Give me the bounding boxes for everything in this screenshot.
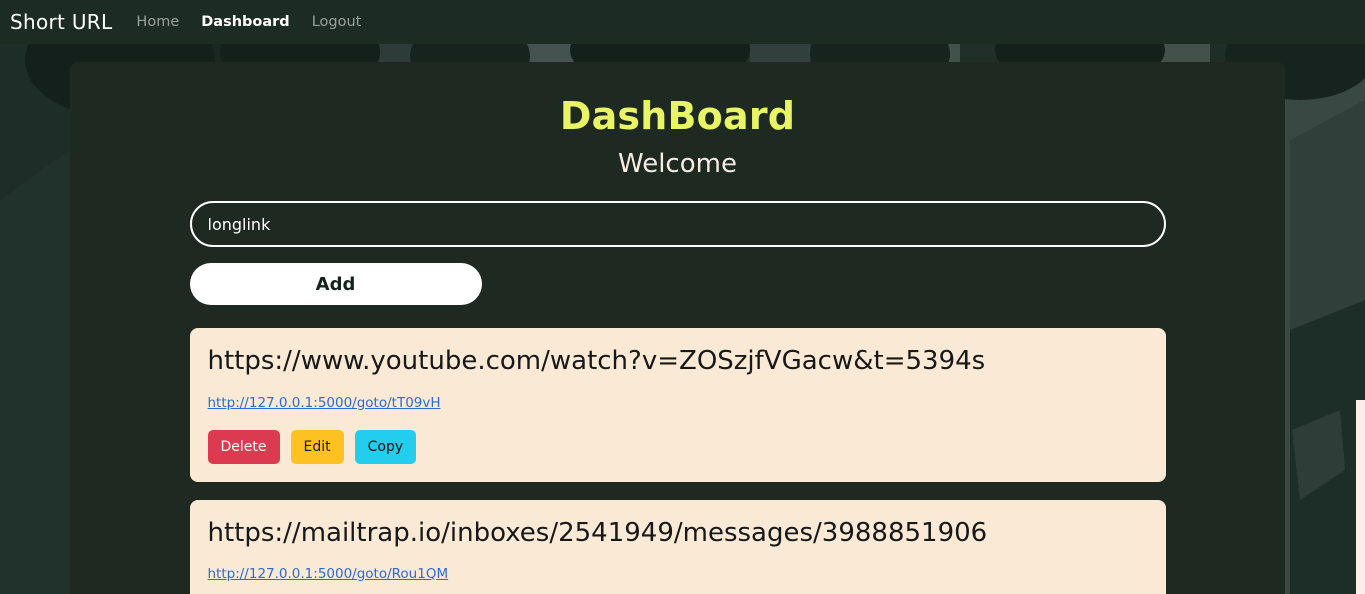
page-title: DashBoard <box>559 94 796 138</box>
url-card: https://mailtrap.io/inboxes/2541949/mess… <box>189 499 1166 594</box>
card-short-url-link[interactable]: http://127.0.0.1:5000/goto/Rou1QM <box>208 566 449 582</box>
navbar: Short URL Home Dashboard Logout <box>0 0 1365 44</box>
add-url-form: Add <box>189 178 1166 306</box>
url-card: https://www.youtube.com/watch?v=ZOSzjfVG… <box>189 328 1166 482</box>
page-scrollbar-thumb[interactable] <box>1356 400 1365 594</box>
content-panel: DashBoard Welcome Add https://www.youtub… <box>70 62 1285 594</box>
copy-button[interactable]: Copy <box>354 429 417 464</box>
url-card-list: https://www.youtube.com/watch?v=ZOSzjfVG… <box>189 305 1166 594</box>
nav-link-logout[interactable]: Logout <box>312 14 362 30</box>
card-long-url: https://www.youtube.com/watch?v=ZOSzjfVG… <box>207 346 986 377</box>
add-button[interactable]: Add <box>189 263 482 306</box>
card-long-url: https://mailtrap.io/inboxes/2541949/mess… <box>207 517 988 548</box>
brand-link[interactable]: Short URL <box>10 10 112 34</box>
delete-button[interactable]: Delete <box>207 429 280 464</box>
nav-link-dashboard[interactable]: Dashboard <box>201 14 289 30</box>
page-root: Short URL Home Dashboard Logout DashBoar… <box>0 0 1365 594</box>
page-subtitle: Welcome <box>618 148 737 179</box>
card-actions: Delete Edit Copy <box>207 429 1148 464</box>
nav-link-home[interactable]: Home <box>136 14 179 30</box>
long-url-input[interactable] <box>189 201 1166 248</box>
card-short-url-link[interactable]: http://127.0.0.1:5000/goto/tT09vH <box>208 395 441 411</box>
page-scrollbar-track[interactable] <box>1356 44 1365 594</box>
edit-button[interactable]: Edit <box>290 429 344 464</box>
